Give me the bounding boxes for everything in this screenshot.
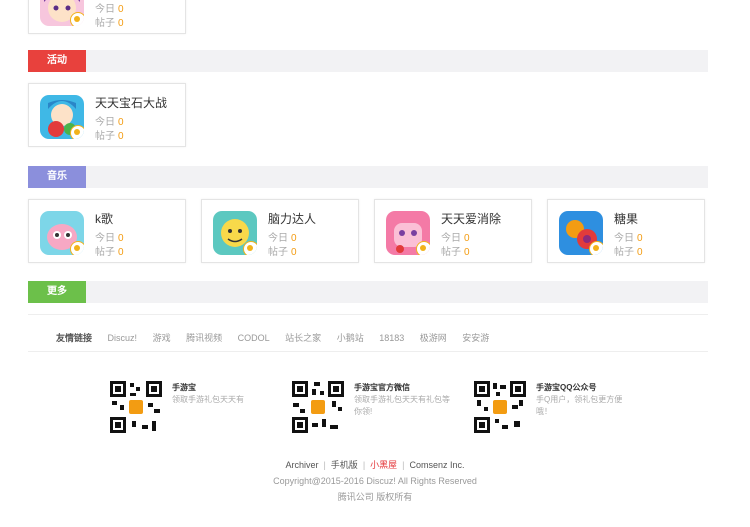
section-bar-more: 更多 [28, 281, 708, 303]
game-badge-icon [243, 241, 257, 255]
top-forum-card[interactable]: 今日 0 帖子 0 [28, 0, 186, 34]
k-song-icon [40, 211, 84, 255]
friend-link[interactable]: 极游网 [420, 333, 447, 343]
game-badge-icon [70, 241, 84, 255]
game-badge-icon [416, 241, 430, 255]
section-tag-more[interactable]: 更多 [28, 281, 86, 303]
forum-card-title[interactable]: 天天宝石大战 [95, 94, 167, 111]
qr-description: 领取手游礼包天天有 [172, 395, 244, 404]
forum-card-k-song[interactable]: k歌 今日 0 帖子 0 [28, 199, 186, 263]
section-tag-music[interactable]: 音乐 [28, 166, 86, 188]
candy-icon [559, 211, 603, 255]
love-eliminate-icon [386, 211, 430, 255]
gem-battle-icon [40, 95, 84, 139]
qr-code-icon [290, 379, 346, 435]
qr-title: 手游宝官方微信 [354, 383, 410, 392]
friend-link[interactable]: 18183 [379, 333, 404, 343]
footer-copyright: Copyright@2015-2016 Discuz! All Rights R… [273, 476, 477, 486]
footer-link-comsenz[interactable]: Comsenz Inc. [410, 460, 465, 470]
footer-link-blackroom[interactable]: 小黑屋 [370, 460, 397, 470]
divider [28, 314, 708, 315]
brain-master-icon [213, 211, 257, 255]
forum-card-title[interactable]: k歌 [95, 210, 113, 227]
qr-description: 领取手游礼包天天有礼包等你领! [354, 395, 450, 416]
section-bar-activity: 活动 [28, 50, 708, 72]
friend-link[interactable]: 站长之家 [285, 333, 321, 343]
section-bar-music: 音乐 [28, 166, 708, 188]
friend-link[interactable]: Discuz! [108, 333, 138, 343]
qr-title: 手游宝QQ公众号 [536, 383, 597, 392]
footer-link-mobile[interactable]: 手机版 [331, 460, 358, 470]
forum-card-love-eliminate[interactable]: 天天爱消除 今日 0 帖子 0 [374, 199, 532, 263]
forum-card-title[interactable]: 天天爱消除 [441, 210, 501, 227]
game-badge-icon [70, 125, 84, 139]
footer-links: Archiver | 手机版 | 小黑屋 | Comsenz Inc. [285, 460, 465, 470]
friend-link[interactable]: CODOL [238, 333, 270, 343]
game-badge-icon [589, 241, 603, 255]
friend-link[interactable]: 游戏 [153, 333, 171, 343]
footer-company: 腾讯公司 版权所有 [337, 492, 413, 502]
game-badge-icon [70, 12, 84, 26]
forum-card-title[interactable]: 糖果 [614, 210, 638, 227]
qr-code-icon [472, 379, 528, 435]
forum-card-candy[interactable]: 糖果 今日 0 帖子 0 [547, 199, 705, 263]
forum-card-brain-master[interactable]: 脑力达人 今日 0 帖子 0 [201, 199, 359, 263]
friend-links-label: 友情链接 [56, 333, 93, 343]
forum-card-title[interactable]: 脑力达人 [268, 210, 316, 227]
forum-card-gem-battle[interactable]: 天天宝石大战 今日 0 帖子 0 [28, 83, 186, 147]
qr-title: 手游宝 [172, 383, 196, 392]
friend-links: 友情链接 Discuz! 游戏 腾讯视频 CODOL 站长之家 小鹅站 1818… [56, 331, 502, 344]
divider [28, 351, 708, 352]
friend-link[interactable]: 小鹅站 [337, 333, 364, 343]
friend-link[interactable]: 安安游 [462, 333, 489, 343]
qr-description: 手Q用户，领礼包更方便哦！ [536, 395, 623, 416]
qr-code-icon [108, 379, 164, 435]
friend-link[interactable]: 腾讯视频 [186, 333, 222, 343]
game-avatar-icon [40, 0, 84, 26]
footer-link-archiver[interactable]: Archiver [285, 460, 318, 470]
section-tag-activity[interactable]: 活动 [28, 50, 86, 72]
